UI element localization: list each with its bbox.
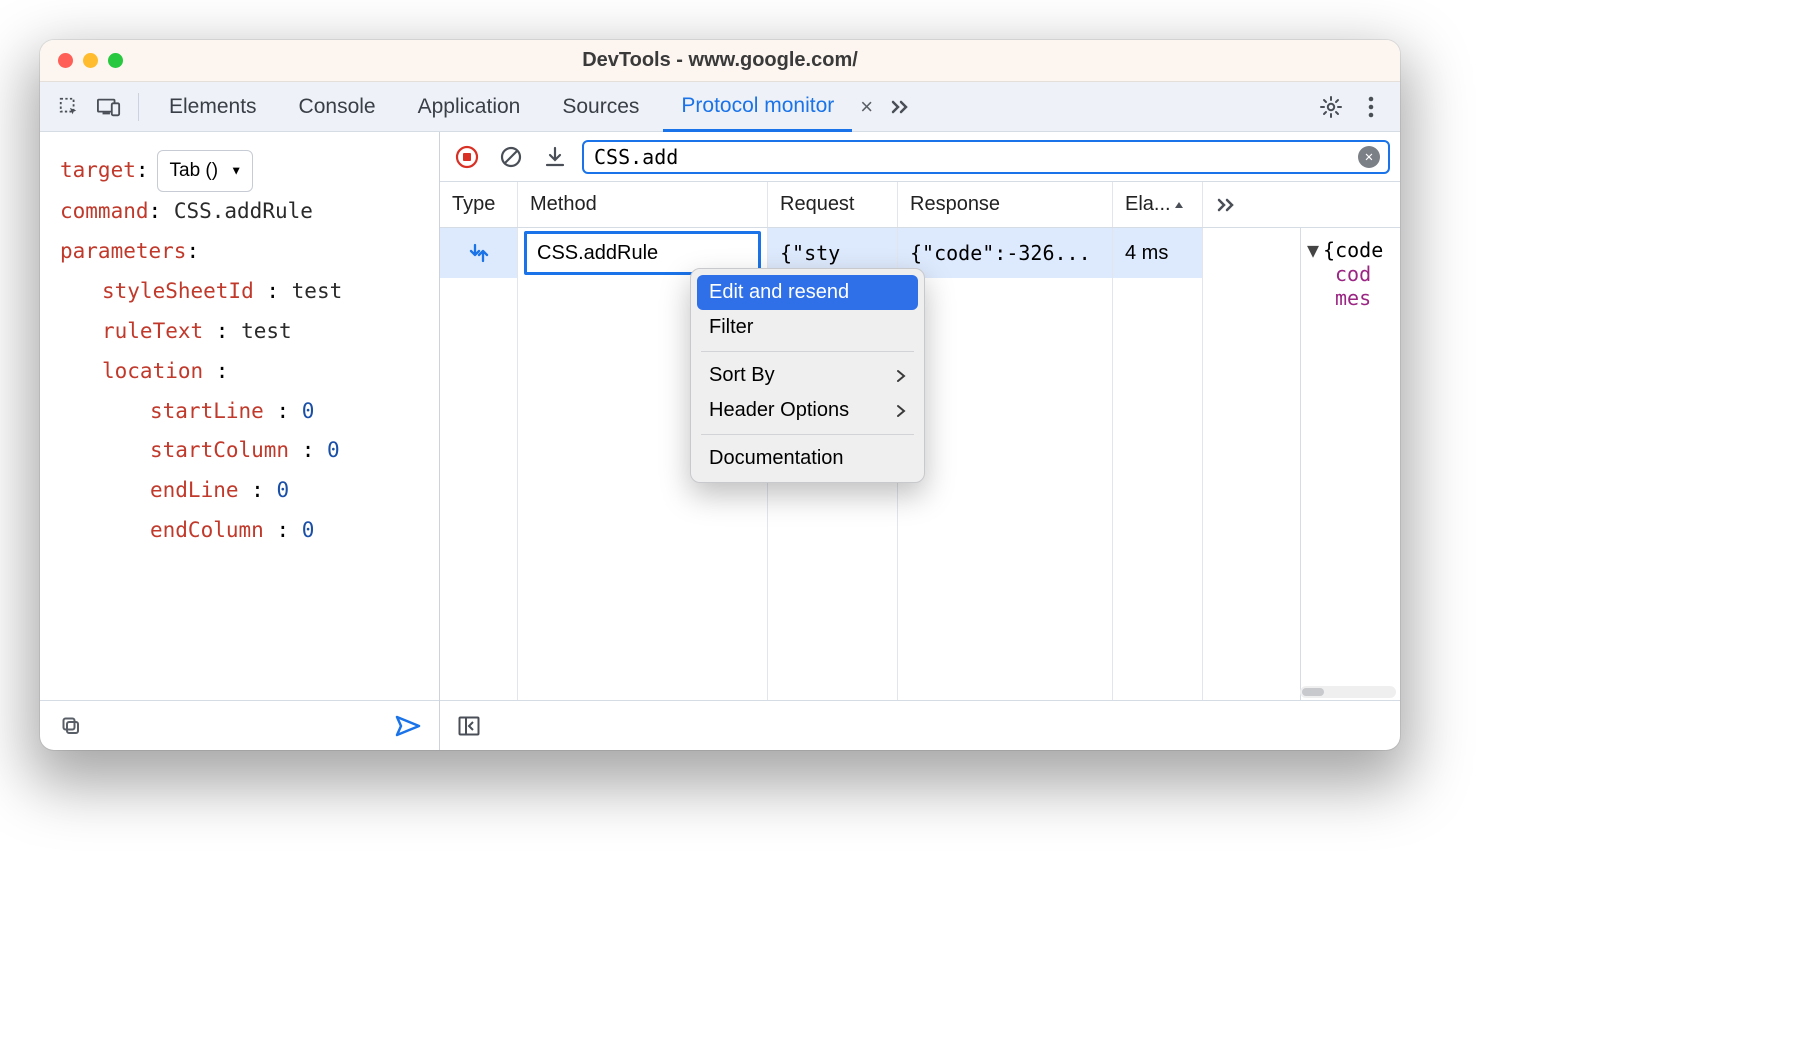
window-title: DevTools - www.google.com/ xyxy=(40,49,1400,72)
col-response[interactable]: Response xyxy=(898,182,1113,227)
command-editor-panel: target: Tab () command: CSS.addRule para… xyxy=(40,132,440,750)
parameters-label: parameters xyxy=(60,239,186,263)
target-dropdown[interactable]: Tab () xyxy=(157,150,254,192)
divider xyxy=(138,93,139,121)
location-value[interactable]: 0 xyxy=(302,399,315,423)
kebab-menu-icon[interactable] xyxy=(1354,90,1388,124)
table-header: Type Method Request Response Ela... xyxy=(440,182,1400,228)
menu-documentation[interactable]: Documentation xyxy=(697,441,918,476)
location-key: startColumn xyxy=(150,438,289,462)
col-request[interactable]: Request xyxy=(768,182,898,227)
download-icon[interactable] xyxy=(538,140,572,174)
filter-input[interactable]: CSS.add ✕ xyxy=(582,140,1390,174)
more-tabs-icon[interactable] xyxy=(883,90,917,124)
col-method[interactable]: Method xyxy=(518,182,768,227)
location-key: endLine xyxy=(150,478,239,502)
clear-filter-icon[interactable]: ✕ xyxy=(1358,146,1380,168)
settings-icon[interactable] xyxy=(1314,90,1348,124)
menu-filter[interactable]: Filter xyxy=(697,310,918,345)
col-type[interactable]: Type xyxy=(440,182,518,227)
param-value[interactable]: test xyxy=(241,319,292,343)
tab-protocol-monitor[interactable]: Protocol monitor xyxy=(663,83,852,132)
target-label: target xyxy=(60,158,136,182)
close-tab-icon[interactable]: × xyxy=(860,94,873,120)
chevron-right-icon xyxy=(896,369,906,383)
device-toolbar-icon[interactable] xyxy=(92,90,126,124)
menu-separator xyxy=(701,351,914,352)
command-value[interactable]: CSS.addRule xyxy=(174,199,313,223)
row-elapsed: 4 ms xyxy=(1113,228,1202,278)
devtools-window: DevTools - www.google.com/ Elements Cons… xyxy=(40,40,1400,750)
location-label: location xyxy=(102,359,203,383)
clear-icon[interactable] xyxy=(494,140,528,174)
menu-sort-by[interactable]: Sort By xyxy=(697,358,918,393)
tab-sources[interactable]: Sources xyxy=(544,82,657,131)
titlebar: DevTools - www.google.com/ xyxy=(40,40,1400,82)
tab-elements[interactable]: Elements xyxy=(151,82,275,131)
param-key: styleSheetId xyxy=(102,279,254,303)
command-label: command xyxy=(60,199,149,223)
location-key: endColumn xyxy=(150,518,264,542)
row-response[interactable]: {"code":-326... xyxy=(898,228,1112,278)
menu-separator xyxy=(701,434,914,435)
inspect-icon[interactable] xyxy=(52,90,86,124)
disclosure-triangle-icon[interactable]: ▼ xyxy=(1307,238,1319,262)
col-elapsed[interactable]: Ela... xyxy=(1113,182,1203,227)
tab-application[interactable]: Application xyxy=(400,82,539,131)
location-value[interactable]: 0 xyxy=(302,518,315,542)
toggle-drawer-icon[interactable] xyxy=(452,709,486,743)
row-type-icon xyxy=(440,228,517,278)
location-key: startLine xyxy=(150,399,264,423)
tabbar: Elements Console Application Sources Pro… xyxy=(40,82,1400,132)
location-value[interactable]: 0 xyxy=(327,438,340,462)
filter-value: CSS.add xyxy=(594,145,1358,169)
detail-key: mes xyxy=(1335,286,1371,310)
scrollbar[interactable] xyxy=(1300,686,1396,698)
tab-console[interactable]: Console xyxy=(281,82,394,131)
menu-edit-resend[interactable]: Edit and resend xyxy=(697,275,918,310)
location-value[interactable]: 0 xyxy=(276,478,289,502)
param-key: ruleText xyxy=(102,319,203,343)
send-button[interactable] xyxy=(391,709,425,743)
detail-pane[interactable]: ▼{code cod mes xyxy=(1300,228,1400,700)
context-menu: Edit and resend Filter Sort By Header Op… xyxy=(690,268,925,483)
copy-icon[interactable] xyxy=(54,709,88,743)
menu-header-options[interactable]: Header Options xyxy=(697,393,918,428)
more-columns-icon[interactable] xyxy=(1203,182,1400,227)
protocol-log-panel: CSS.add ✕ Type Method Request Response E… xyxy=(440,132,1400,750)
chevron-right-icon xyxy=(896,404,906,418)
param-value[interactable]: test xyxy=(292,279,343,303)
record-button[interactable] xyxy=(450,140,484,174)
detail-key: cod xyxy=(1335,262,1371,286)
